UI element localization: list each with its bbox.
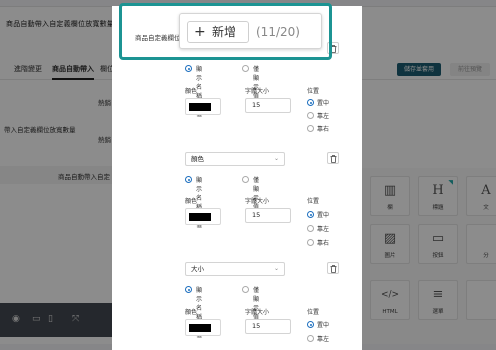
color-swatch — [189, 103, 211, 111]
position-center-radio[interactable] — [307, 321, 314, 328]
add-field-bar: + 新增 (11/20) — [179, 13, 322, 49]
chevron-down-icon: ⌄ — [273, 155, 279, 162]
position-left-label: 靠左 — [317, 113, 330, 120]
position-center-label: 置中 — [317, 212, 330, 219]
position-center-label: 置中 — [317, 322, 330, 329]
field-select[interactable]: 大小 ⌄ — [185, 262, 285, 276]
radio-show-name-value[interactable] — [185, 286, 192, 293]
font-size-input[interactable]: 15 — [245, 98, 291, 113]
chevron-down-icon: ⌄ — [273, 265, 279, 272]
position-left-label: 靠左 — [317, 226, 330, 233]
position-right-radio[interactable] — [307, 239, 314, 246]
add-field-label: 新增 — [212, 25, 237, 39]
position-center-radio[interactable] — [307, 211, 314, 218]
radio-show-value-only[interactable] — [242, 65, 249, 72]
position-label: 位置 — [307, 88, 320, 95]
font-size-input[interactable]: 15 — [245, 319, 291, 334]
color-picker[interactable] — [185, 208, 221, 225]
radio-show-name-value[interactable] — [185, 65, 192, 72]
trash-icon — [330, 154, 337, 163]
delete-field-button[interactable] — [327, 152, 339, 164]
field-select[interactable]: 顏色 ⌄ — [185, 152, 285, 166]
position-label: 位置 — [307, 198, 320, 205]
field-count: (11/20) — [256, 25, 300, 39]
color-swatch — [189, 213, 211, 221]
color-label: 顏色 — [185, 88, 198, 95]
radio-show-value-only[interactable] — [242, 176, 249, 183]
delete-field-button[interactable] — [327, 262, 339, 274]
position-left-radio[interactable] — [307, 225, 314, 232]
color-label: 顏色 — [185, 309, 198, 316]
color-picker[interactable] — [185, 98, 221, 115]
font-size-label: 字體大小 — [245, 198, 270, 205]
position-left-label: 靠左 — [317, 336, 330, 343]
position-right-radio[interactable] — [307, 125, 314, 132]
radio-show-value-only[interactable] — [242, 286, 249, 293]
color-picker[interactable] — [185, 319, 221, 336]
field-select-value: 顏色 — [191, 155, 204, 163]
radio-label: 僅顯示值 — [253, 177, 260, 211]
plus-icon: + — [194, 24, 206, 40]
color-label: 顏色 — [185, 198, 198, 205]
position-center-radio[interactable] — [307, 99, 314, 106]
color-swatch — [189, 324, 211, 332]
position-center-label: 置中 — [317, 100, 330, 107]
radio-show-name-value[interactable] — [185, 176, 192, 183]
position-left-radio[interactable] — [307, 112, 314, 119]
add-field-button[interactable]: + 新增 — [187, 21, 249, 43]
font-size-input[interactable]: 15 — [245, 208, 291, 223]
field-select-value: 大小 — [191, 265, 204, 273]
trash-icon — [330, 264, 337, 273]
position-right-label: 靠右 — [317, 240, 330, 247]
position-label: 位置 — [307, 309, 320, 316]
font-size-label: 字體大小 — [245, 88, 270, 95]
position-right-label: 靠右 — [317, 126, 330, 133]
font-size-label: 字體大小 — [245, 309, 270, 316]
position-left-radio[interactable] — [307, 335, 314, 342]
